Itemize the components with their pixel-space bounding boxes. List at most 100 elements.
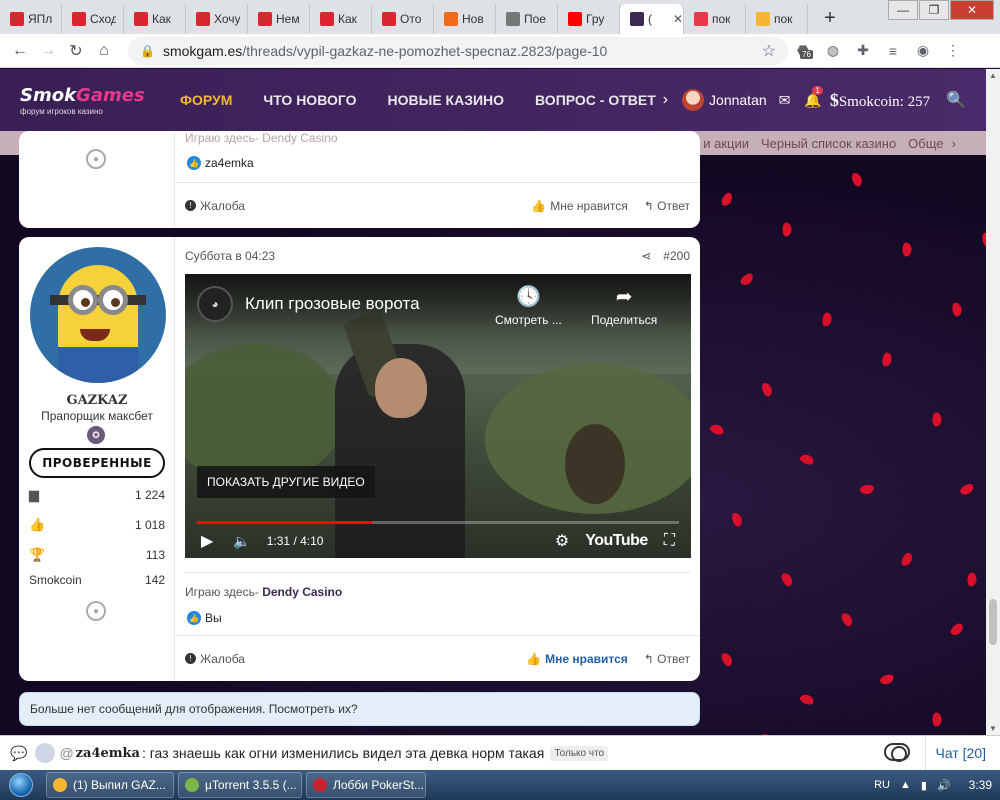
profile-icon[interactable]: ◉ xyxy=(908,42,938,59)
subnav-item[interactable]: Обще xyxy=(908,136,943,151)
likes-summary[interactable]: 👍 Вы xyxy=(187,611,222,625)
browser-tab[interactable]: Нем xyxy=(248,4,310,34)
browser-tab[interactable]: Гру xyxy=(558,4,620,34)
youtube-embed[interactable]: ◕ Клип грозовые ворота 🕓 Смотреть ... ➦ … xyxy=(185,274,691,558)
smokcoin-balance[interactable]: $Smokcoin: 257 xyxy=(830,90,930,111)
forward-button[interactable]: → xyxy=(34,42,62,60)
author-avatar[interactable] xyxy=(30,247,166,383)
scrollbar-thumb[interactable] xyxy=(989,599,997,645)
decorative-petal xyxy=(932,712,942,727)
network-icon[interactable]: ▮ xyxy=(921,779,927,792)
taskbar-item[interactable]: Лобби PokerSt... xyxy=(306,772,426,798)
likes-summary[interactable]: 👍 za4emka xyxy=(187,156,254,170)
scroll-down-arrow-icon[interactable]: ▼ xyxy=(989,724,997,733)
subnav-more-chevron-icon[interactable]: › xyxy=(952,136,956,151)
tab-close-icon[interactable]: ✕ xyxy=(673,12,683,26)
browser-tab[interactable]: ЯПл xyxy=(0,4,62,34)
vertical-scrollbar[interactable]: ▲ ▼ xyxy=(986,69,1000,735)
chat-toggle-icon[interactable] xyxy=(884,743,910,762)
username-link[interactable]: Jonnatan xyxy=(709,92,767,108)
volume-icon[interactable]: 🔈 xyxy=(233,533,250,550)
video-title[interactable]: Клип грозовые ворота xyxy=(245,294,420,314)
dollar-icon: $ xyxy=(829,89,839,110)
url-field[interactable]: 🔒 smokgam.es /threads/vypil-gazkaz-ne-po… xyxy=(128,36,788,65)
nav-item[interactable]: ЧТО НОВОГО xyxy=(263,92,356,108)
browser-menu-icon[interactable]: ⋮ xyxy=(938,42,968,59)
youtube-logo[interactable]: YouTube xyxy=(585,532,648,550)
user-avatar[interactable] xyxy=(682,89,705,111)
signature-link[interactable]: Dendy Casino xyxy=(262,585,342,599)
close-window-button[interactable]: ✕ xyxy=(950,0,994,20)
browser-tab[interactable]: Ото xyxy=(372,4,434,34)
reply-label: Ответ xyxy=(657,651,690,666)
taskbar-item[interactable]: (1) Выпил GAZ... xyxy=(46,772,174,798)
start-button[interactable] xyxy=(0,770,42,800)
puzzle-extensions-icon[interactable]: ✚ xyxy=(848,42,878,59)
browser-tab[interactable]: Хочу xyxy=(186,4,248,34)
globe-icon xyxy=(506,12,520,26)
subnav-item[interactable]: Черный список казино xyxy=(761,136,896,151)
volume-tray-icon[interactable]: 🔊 xyxy=(937,779,951,792)
decorative-petal xyxy=(708,422,726,437)
like-button[interactable]: 👍 Мне нравится xyxy=(531,199,628,213)
minimize-button[interactable]: — xyxy=(888,0,918,20)
reply-button[interactable]: ↰ Ответ xyxy=(644,652,690,666)
browser-tab[interactable]: Как xyxy=(124,4,186,34)
reply-button[interactable]: ↰ Ответ xyxy=(644,199,690,213)
bookmark-star-icon[interactable]: ☆ xyxy=(762,41,776,61)
settings-gear-icon[interactable]: ⚙ xyxy=(555,531,569,551)
browser-tab[interactable]: Нов xyxy=(434,4,496,34)
watch-later-button[interactable]: 🕓 Смотреть ... xyxy=(495,284,562,327)
more-videos-button[interactable]: ПОКАЗАТЬ ДРУГИЕ ВИДЕО xyxy=(197,466,375,498)
taskbar-item[interactable]: µTorrent 3.5.5 (... xyxy=(178,772,302,798)
maximize-button[interactable]: ❐ xyxy=(919,0,949,20)
scroll-up-arrow-icon[interactable]: ▲ xyxy=(989,71,997,80)
share-icon[interactable]: ⋖ xyxy=(641,249,651,263)
browser-tab[interactable]: пок xyxy=(684,4,746,34)
nav-item[interactable]: ФОРУМ xyxy=(180,92,232,108)
stat-value: 142 xyxy=(144,573,165,587)
fullscreen-icon[interactable]: ⛶ xyxy=(664,532,675,550)
stat-label: Smokcoin xyxy=(29,573,82,587)
browser-tab[interactable]: (✕ xyxy=(620,4,684,34)
home-button[interactable]: ⌂ xyxy=(90,42,118,60)
channel-avatar-icon[interactable]: ◕ xyxy=(197,286,233,322)
browser-tab[interactable]: пок xyxy=(746,4,808,34)
like-button[interactable]: 👍 Мне нравится xyxy=(526,652,628,666)
like-label: Мне нравится xyxy=(545,651,628,666)
nav-item[interactable]: ВОПРОС - ОТВЕТ xyxy=(535,92,656,108)
browser-tab[interactable]: Сход xyxy=(62,4,124,34)
reload-button[interactable]: ↻ xyxy=(62,41,90,61)
browser-tab[interactable]: Пое xyxy=(496,4,558,34)
video-share-button[interactable]: ➦ Поделиться xyxy=(591,284,657,327)
bell-icon[interactable]: 🔔 1 xyxy=(804,85,823,109)
extension-badge: 76 xyxy=(800,50,813,59)
author-name[interactable]: GAZKAZ xyxy=(19,393,175,408)
new-tab-button[interactable]: + xyxy=(816,4,844,32)
tab-label: Гру xyxy=(586,12,605,26)
browser-tab[interactable]: Как xyxy=(310,4,372,34)
clock[interactable]: 3:39 xyxy=(969,778,992,792)
post-number[interactable]: #200 xyxy=(663,249,690,263)
search-icon[interactable]: 🔍 xyxy=(946,90,966,110)
liked-by-text: za4emka xyxy=(205,156,254,170)
play-icon[interactable]: ▶ xyxy=(201,531,213,551)
nav-more-chevron-icon[interactable]: › xyxy=(663,91,668,109)
language-indicator[interactable]: RU xyxy=(874,779,890,791)
media-control-icon[interactable]: ≡ xyxy=(878,43,908,59)
post-date[interactable]: Суббота в 04:23 xyxy=(185,249,275,263)
tray-arrow-icon[interactable]: ▲ xyxy=(900,779,911,791)
chat-bubble-icon[interactable]: 💬 xyxy=(10,745,27,762)
report-link[interactable]: ! Жалоба xyxy=(185,652,245,666)
window-controls: — ❐ ✕ xyxy=(887,0,994,20)
report-link[interactable]: ! Жалоба xyxy=(185,199,245,213)
globe-extension-icon[interactable]: ◍ xyxy=(818,42,848,59)
mail-icon[interactable]: ✉ xyxy=(779,92,791,109)
nav-item[interactable]: НОВЫЕ КАЗИНО xyxy=(388,92,505,108)
no-more-messages-notice[interactable]: Больше нет сообщений для отображения. По… xyxy=(19,692,700,726)
chat-open-button[interactable]: Чат [20] xyxy=(924,736,986,770)
back-button[interactable]: ← xyxy=(6,42,34,60)
chat-username[interactable]: za4emka xyxy=(76,746,140,761)
site-logo[interactable]: SmokGames форум игроков казино xyxy=(20,85,150,116)
adblock-extension-icon[interactable]: ⬣76 xyxy=(788,42,818,59)
